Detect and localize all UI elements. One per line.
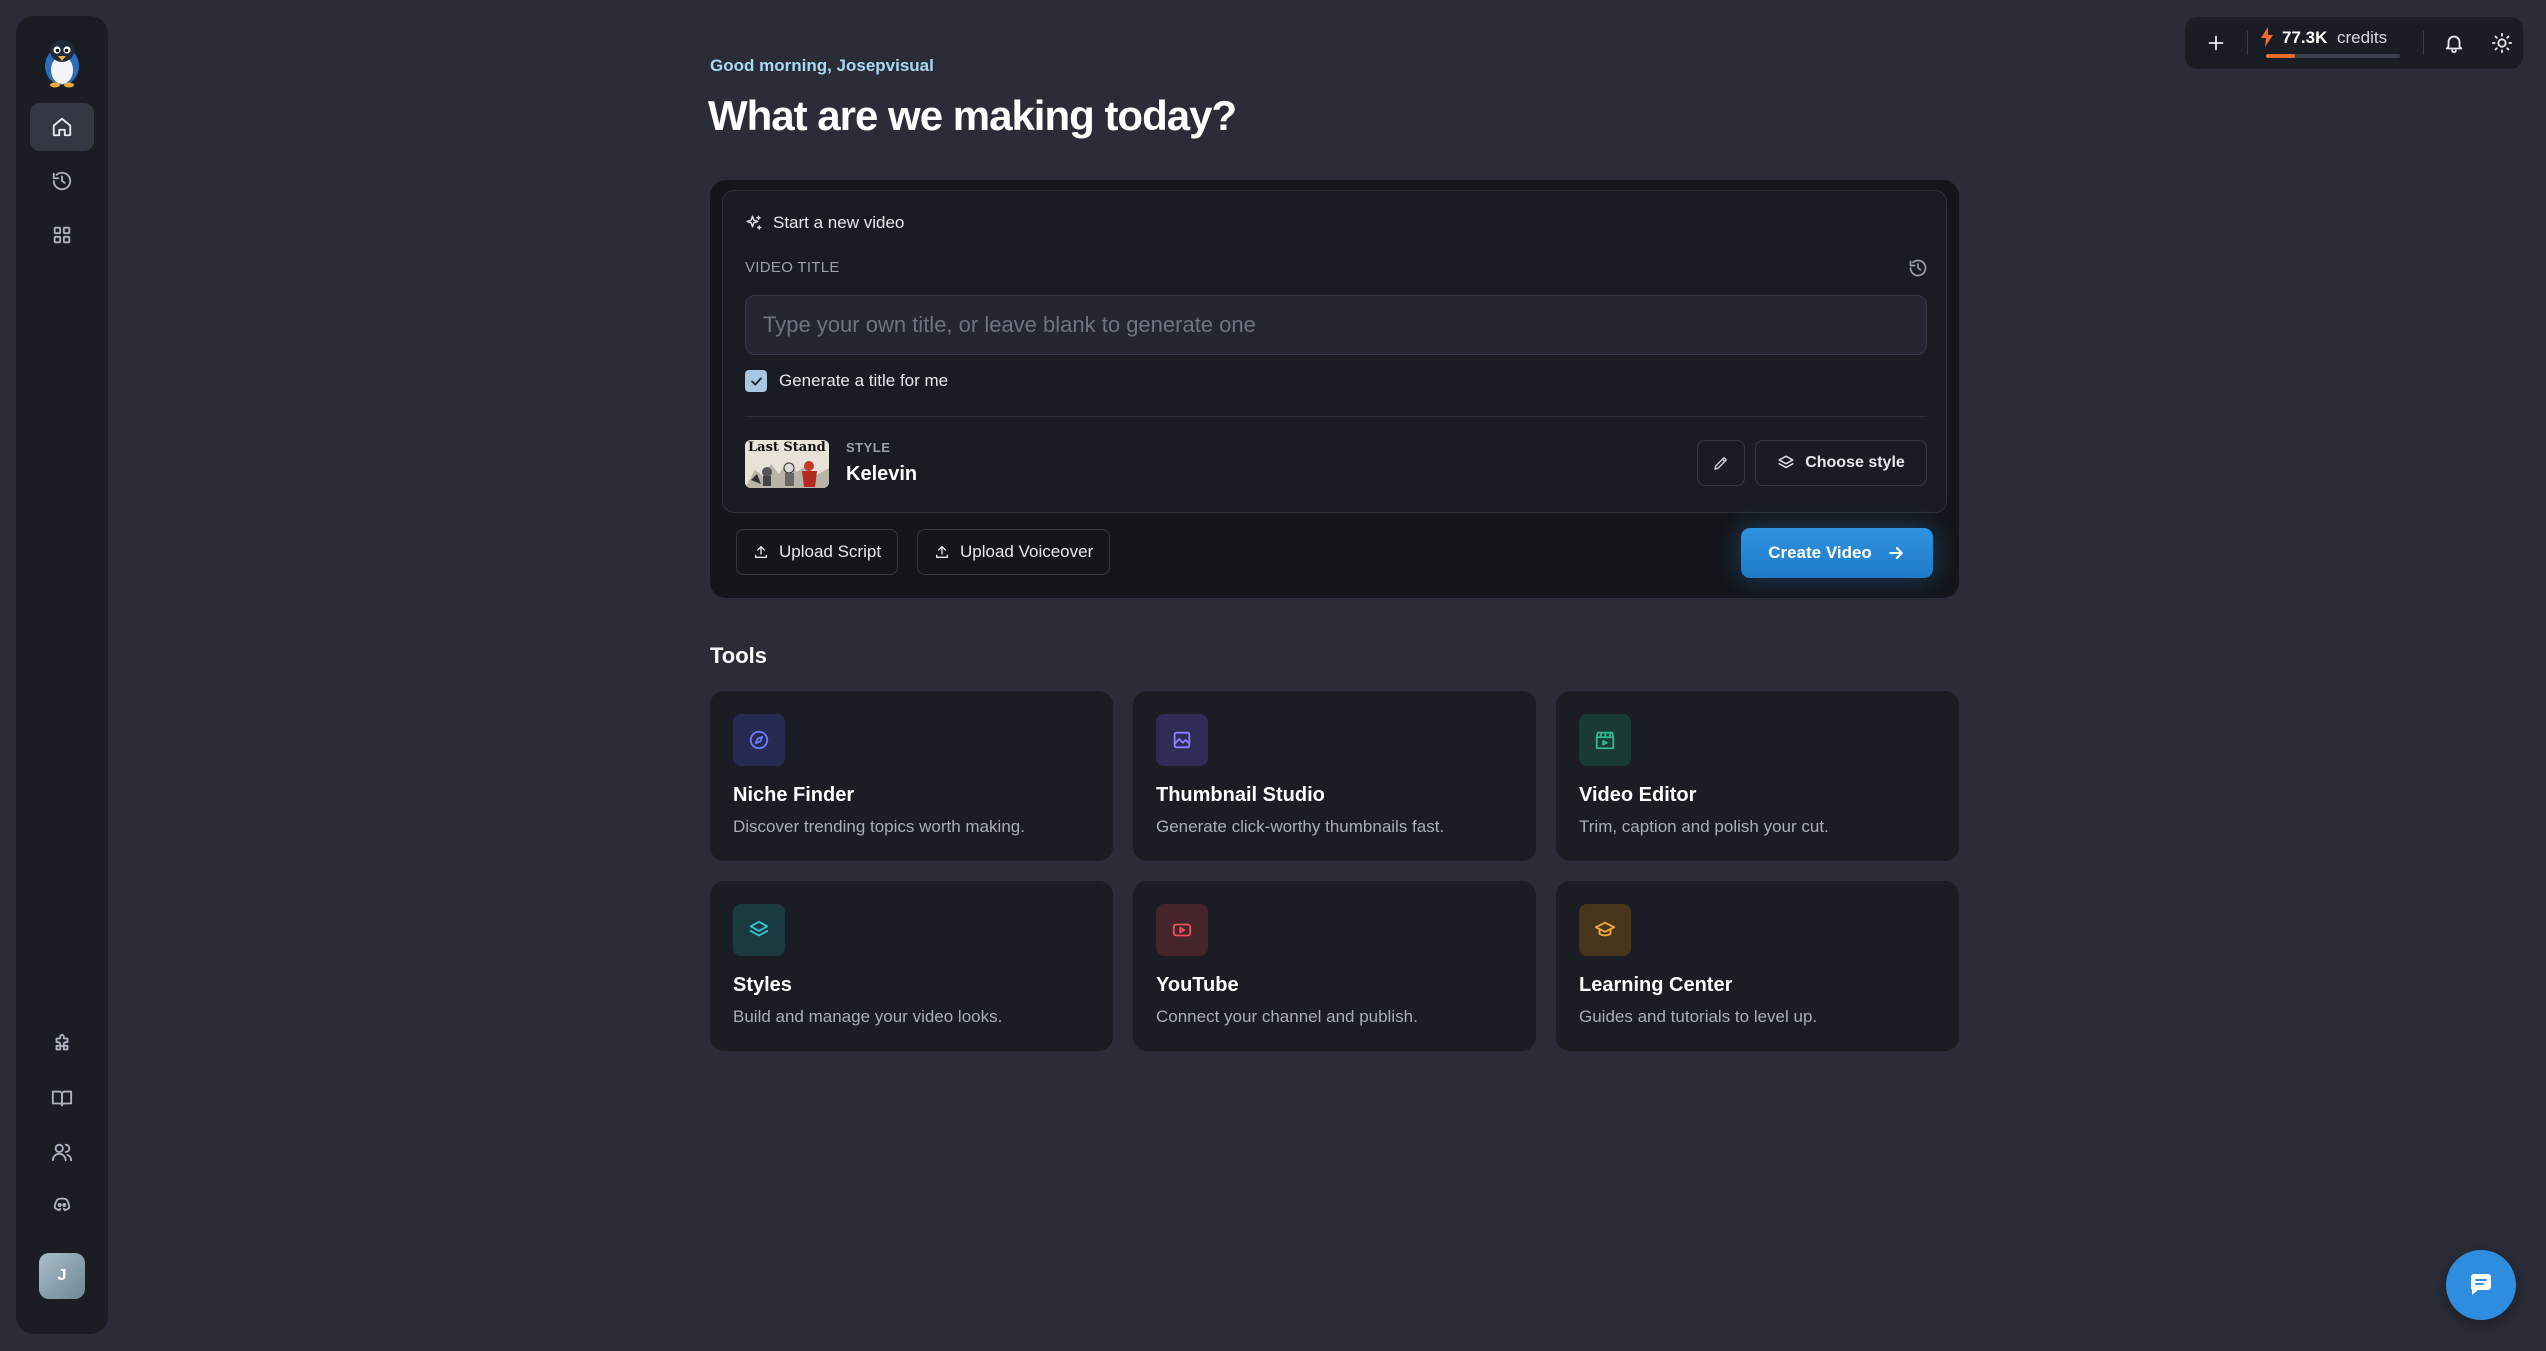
sidebar-item-apps[interactable] [30, 211, 94, 259]
tool-icon-wrap [733, 714, 785, 766]
discord-icon [53, 1197, 71, 1212]
bell-icon[interactable] [2441, 30, 2467, 56]
divider [2423, 31, 2424, 55]
avatar-initial: J [57, 1267, 67, 1284]
home-icon [52, 117, 72, 137]
style-thumbnail-caption: Last Stand [748, 440, 826, 455]
book-open-icon [51, 1090, 73, 1107]
puzzle-icon [55, 1033, 69, 1051]
tool-description: Guides and tutorials to level up. [1579, 1007, 1818, 1026]
tool-name: Niche Finder [733, 784, 855, 806]
users-icon [51, 1143, 73, 1162]
upload-icon [936, 546, 948, 558]
arrow-right-icon [1888, 547, 1903, 559]
chat-support-button[interactable] [2446, 1250, 2516, 1320]
tool-card-styles[interactable]: Styles Build and manage your video looks… [710, 881, 1113, 1051]
new-video-composer: Start a new video VIDEO TITLE Generate a… [710, 180, 1959, 598]
upload-script-label: Upload Script [779, 542, 882, 561]
image-icon [1173, 731, 1191, 749]
history-icon [52, 171, 72, 191]
style-tag-label: STYLE [846, 440, 891, 455]
upload-voiceover-label: Upload Voiceover [960, 542, 1094, 561]
sidebar-item-team[interactable] [30, 1128, 94, 1176]
sidebar-item-history[interactable] [30, 157, 94, 205]
pencil-icon [1714, 457, 1727, 470]
tool-icon-wrap [1579, 714, 1631, 766]
style-thumbnail[interactable]: Last Stand [745, 440, 829, 488]
edit-style-button[interactable] [1697, 440, 1745, 486]
divider [745, 416, 1927, 417]
credits-value: 77.3K [2282, 28, 2328, 47]
sidebar-item-integrations[interactable] [30, 1020, 94, 1068]
create-video-button[interactable]: Create Video [1741, 528, 1933, 578]
sun-icon[interactable] [2489, 30, 2515, 56]
clapper-icon [1595, 731, 1615, 750]
divider [2247, 31, 2248, 55]
credits-progress-fill [2266, 54, 2296, 58]
upload-script-button[interactable]: Upload Script [736, 529, 899, 575]
generate-title-option[interactable]: Generate a title for me [745, 370, 948, 392]
video-title-input[interactable] [745, 295, 1927, 355]
avatar[interactable]: J [39, 1253, 85, 1299]
tool-description: Discover trending topics worth making. [733, 817, 1025, 836]
tool-card-youtube[interactable]: YouTube Connect your channel and publish… [1133, 881, 1536, 1051]
chat-icon [2471, 1274, 2491, 1295]
credits-progress-track [2266, 54, 2400, 58]
tool-name: Styles [733, 974, 792, 996]
page-title: What are we making today? [708, 92, 1237, 139]
tool-description: Connect your channel and publish. [1156, 1007, 1418, 1026]
app-root: J 77.3K credits Good morning, Josepvisua… [0, 0, 2546, 1351]
layers-icon [749, 920, 769, 937]
sidebar-item-home[interactable] [30, 103, 94, 151]
upload-icon [755, 546, 767, 558]
lightning-icon [2261, 27, 2273, 47]
video-title-label: VIDEO TITLE [745, 259, 840, 276]
choose-style-button[interactable]: Choose style [1755, 440, 1927, 486]
greeting: Good morning, Josepvisual [710, 56, 934, 75]
generate-title-checkbox[interactable] [745, 370, 767, 392]
penguin-logo-icon[interactable] [40, 36, 84, 88]
plus-icon[interactable] [2203, 30, 2229, 56]
tool-name: YouTube [1156, 974, 1239, 996]
youtube-icon [1172, 923, 1192, 937]
generate-title-label: Generate a title for me [779, 371, 949, 390]
checkmark-icon [750, 376, 762, 386]
start-new-video-label: Start a new video [773, 213, 905, 232]
sidebar-item-docs[interactable] [30, 1074, 94, 1122]
tool-card-video-editor[interactable]: Video Editor Trim, caption and polish yo… [1556, 691, 1959, 861]
tool-card-thumbnail-studio[interactable]: Thumbnail Studio Generate click-worthy t… [1133, 691, 1536, 861]
layers-icon [1778, 455, 1794, 469]
create-video-label: Create Video [1768, 543, 1872, 562]
credits-label: credits [2337, 28, 2388, 47]
graduation-cap-icon [1594, 921, 1616, 937]
start-new-video-header: Start a new video [745, 213, 904, 233]
top-toolbar: 77.3K credits [2185, 17, 2523, 69]
tool-description: Build and manage your video looks. [733, 1007, 1003, 1026]
tool-card-learning-center[interactable]: Learning Center Guides and tutorials to … [1556, 881, 1959, 1051]
credits-meter[interactable]: 77.3K credits [2260, 25, 2410, 61]
tool-name: Thumbnail Studio [1156, 784, 1325, 806]
tool-name: Video Editor [1579, 784, 1697, 806]
sidebar: J [16, 16, 108, 1334]
tool-icon-wrap [1156, 904, 1208, 956]
tool-card-niche-finder[interactable]: Niche Finder Discover trending topics wo… [710, 691, 1113, 861]
tool-name: Learning Center [1579, 974, 1733, 996]
sidebar-item-discord[interactable] [30, 1181, 94, 1229]
tool-description: Trim, caption and polish your cut. [1579, 817, 1829, 836]
tool-icon-wrap [1579, 904, 1631, 956]
tool-description: Generate click-worthy thumbnails fast. [1156, 817, 1445, 836]
style-name: Kelevin [846, 463, 918, 485]
sparkles-icon [746, 215, 762, 230]
tool-icon-wrap [733, 904, 785, 956]
title-history-icon[interactable] [1908, 258, 1928, 278]
choose-style-label: Choose style [1805, 454, 1905, 471]
compass-icon [749, 730, 769, 750]
tool-icon-wrap [1156, 714, 1208, 766]
composer-inner-panel: Start a new video VIDEO TITLE Generate a… [722, 190, 1947, 513]
tools-heading: Tools [710, 643, 768, 668]
grid-icon [53, 226, 71, 244]
upload-voiceover-button[interactable]: Upload Voiceover [917, 529, 1111, 575]
